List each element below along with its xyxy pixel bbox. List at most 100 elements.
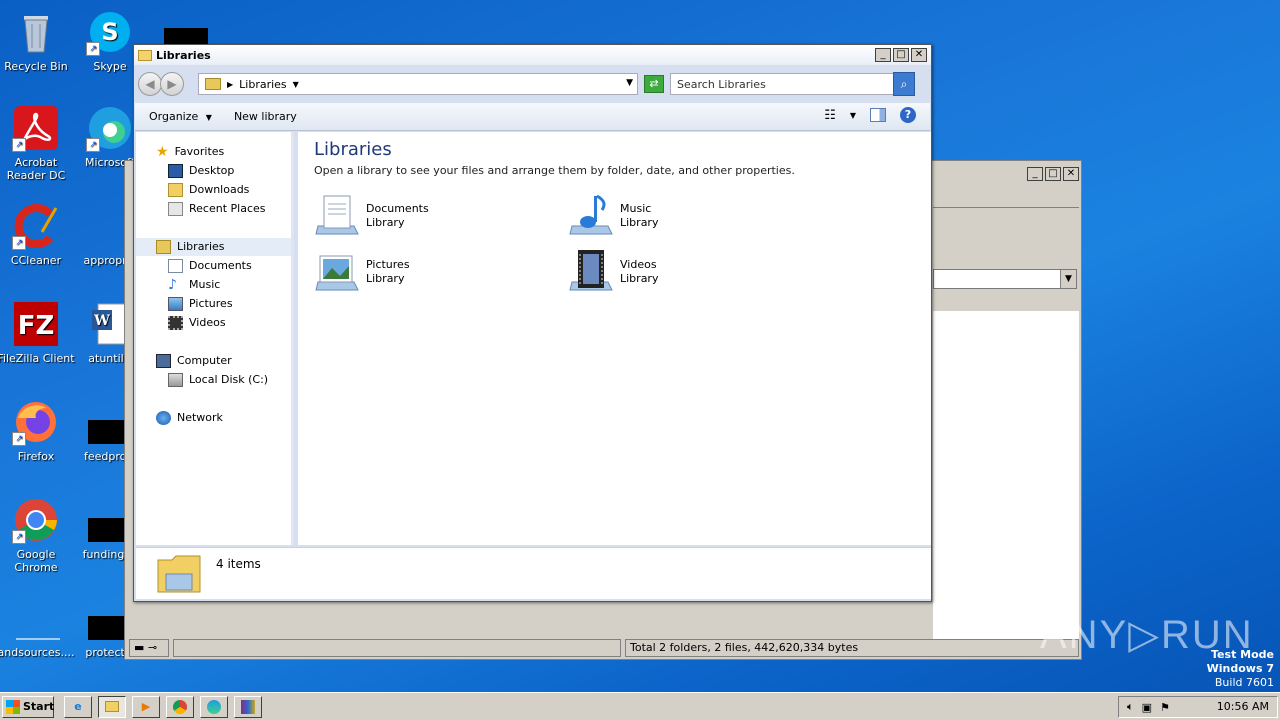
nav-videos[interactable]: Videos	[168, 314, 226, 332]
maximize-button[interactable]: □	[1045, 167, 1061, 181]
library-name: Pictures	[366, 258, 410, 271]
chevron-down-icon[interactable]: ▼	[1060, 270, 1076, 288]
start-button[interactable]: Start	[2, 696, 54, 718]
nav-recent-places[interactable]: Recent Places	[168, 200, 266, 218]
search-icon[interactable]: ⌕	[893, 72, 915, 96]
music-icon: ♪	[168, 277, 177, 293]
action-center-flag-icon[interactable]: ⚑	[1160, 701, 1170, 714]
taskbar: Start e ▶ 🔈︎ ▣ ⚑ 10:56 AM	[0, 692, 1280, 720]
local-disk-icon	[168, 373, 183, 387]
music-library-icon	[568, 192, 614, 238]
back-window-controls: _ □ ✕	[1027, 167, 1079, 181]
maximize-button[interactable]: □	[893, 48, 909, 62]
taskbar-internet-explorer[interactable]: e	[64, 696, 92, 718]
window-controls: _ □ ✕	[875, 48, 927, 62]
nav-documents[interactable]: Documents	[168, 257, 252, 275]
search-box[interactable]: Search Libraries ⌕	[670, 72, 915, 96]
status-cell-total: Total 2 folders, 2 files, 442,620,334 by…	[625, 639, 1079, 657]
desktop-icon-acrobat[interactable]: ↗ Acrobat Reader DC	[0, 104, 76, 182]
shortcut-arrow-icon: ↗	[12, 432, 26, 446]
nav-pictures[interactable]: Pictures	[168, 295, 233, 313]
close-button[interactable]: ✕	[911, 48, 927, 62]
view-controls: ☷ ▼ ?	[824, 107, 916, 123]
nav-local-disk[interactable]: Local Disk (C:)	[168, 371, 268, 389]
nav-favorites[interactable]: ★ Favorites	[156, 143, 224, 161]
downloads-icon	[168, 183, 183, 197]
computer-icon	[156, 354, 171, 368]
clock[interactable]: 10:56 AM	[1217, 700, 1269, 713]
nav-desktop[interactable]: Desktop	[168, 162, 234, 180]
ccleaner-icon: ↗	[12, 202, 60, 250]
minimize-button[interactable]: _	[875, 48, 891, 62]
libraries-icon	[205, 78, 221, 90]
title-bar[interactable]: Libraries _ □ ✕	[134, 45, 931, 65]
libraries-explorer-window[interactable]: Libraries _ □ ✕ ◀ ▶ ▶ Libraries ▼ ▼ ⇄ Se…	[133, 44, 932, 602]
network-tray-icon[interactable]: ▣	[1142, 701, 1152, 714]
folder-icon	[105, 701, 119, 712]
back-button[interactable]: ◀	[138, 72, 162, 96]
address-dropdown-icon[interactable]: ▼	[626, 78, 633, 88]
taskbar-media-player[interactable]: ▶	[132, 696, 160, 718]
desktop-icon-recycle-bin[interactable]: Recycle Bin	[0, 8, 76, 73]
chrome-icon: ↗	[12, 496, 60, 544]
chevron-right-icon[interactable]: ▶	[227, 80, 233, 89]
nav-libraries[interactable]: Libraries	[136, 238, 291, 256]
taskbar-chrome[interactable]	[166, 696, 194, 718]
library-name: Videos	[620, 258, 657, 271]
address-bar-row: ◀ ▶ ▶ Libraries ▼ ▼ ⇄ Search Libraries ⌕	[138, 71, 928, 97]
library-videos[interactable]: Videos Library	[568, 248, 658, 294]
forward-button[interactable]: ▶	[160, 72, 184, 96]
desktop-icon-firefox[interactable]: ↗ Firefox	[0, 398, 76, 463]
breadcrumb-libraries[interactable]: Libraries	[239, 78, 287, 91]
library-music[interactable]: Music Library	[568, 192, 658, 238]
minimize-button[interactable]: _	[1027, 167, 1043, 181]
taskbar-winrar[interactable]	[234, 696, 262, 718]
speaker-icon[interactable]: 🔈︎	[1127, 700, 1134, 714]
nav-downloads[interactable]: Downloads	[168, 181, 249, 199]
library-documents[interactable]: Documents Library	[314, 192, 429, 238]
chevron-down-icon[interactable]: ▼	[850, 111, 856, 120]
nav-computer[interactable]: Computer	[156, 352, 232, 370]
redacted-icon	[88, 518, 126, 542]
taskbar-explorer[interactable]	[98, 696, 126, 718]
chevron-down-icon[interactable]: ▼	[293, 80, 299, 89]
nav-music[interactable]: ♪ Music	[168, 276, 220, 294]
organize-button[interactable]: Organize ▼	[149, 110, 212, 123]
back-window-combo[interactable]: ▼	[933, 269, 1077, 289]
library-pictures[interactable]: Pictures Library	[314, 248, 410, 294]
address-field[interactable]: ▶ Libraries ▼ ▼	[198, 73, 638, 95]
recycle-bin-icon	[12, 8, 60, 56]
close-button[interactable]: ✕	[1063, 167, 1079, 181]
desktop-icon-ccleaner[interactable]: ↗ CCleaner	[0, 202, 76, 267]
desktop-icon-google-chrome[interactable]: ↗ Google Chrome	[0, 496, 76, 574]
command-bar: Organize ▼ New library ☷ ▼ ?	[135, 103, 930, 131]
taskbar-edge[interactable]	[200, 696, 228, 718]
refresh-button[interactable]: ⇄	[644, 75, 664, 93]
winrar-icon	[241, 700, 255, 714]
back-window-statusbar: ▬ ⊸ Total 2 folders, 2 files, 442,620,33…	[129, 639, 1079, 657]
redacted-icon	[88, 616, 126, 640]
back-window-list[interactable]	[933, 311, 1079, 639]
documents-library-icon	[314, 192, 360, 238]
pictures-icon	[168, 297, 183, 311]
videos-library-icon	[568, 248, 614, 294]
chrome-icon	[173, 700, 187, 714]
nav-network[interactable]: Network	[156, 409, 223, 427]
firefox-icon: ↗	[12, 398, 60, 446]
content-pane[interactable]: Libraries Open a library to see your fil…	[298, 132, 931, 545]
svg-text:S: S	[101, 18, 118, 46]
help-icon[interactable]: ?	[900, 107, 916, 123]
library-type: Library	[366, 272, 405, 285]
shortcut-arrow-icon: ↗	[86, 42, 100, 56]
folder-icon	[138, 49, 152, 61]
change-view-icon[interactable]: ☷	[824, 108, 836, 123]
shortcut-arrow-icon: ↗	[86, 138, 100, 152]
system-tray: 🔈︎ ▣ ⚑ 10:56 AM	[1118, 696, 1278, 718]
skype-icon: S ↗	[86, 8, 134, 56]
desktop-icon-filezilla[interactable]: FZ FileZilla Client	[0, 300, 76, 365]
search-input[interactable]: Search Libraries	[677, 78, 766, 91]
new-library-button[interactable]: New library	[234, 110, 297, 123]
library-name: Documents	[366, 202, 429, 215]
preview-pane-icon[interactable]	[870, 108, 886, 122]
redacted-icon	[88, 420, 126, 444]
